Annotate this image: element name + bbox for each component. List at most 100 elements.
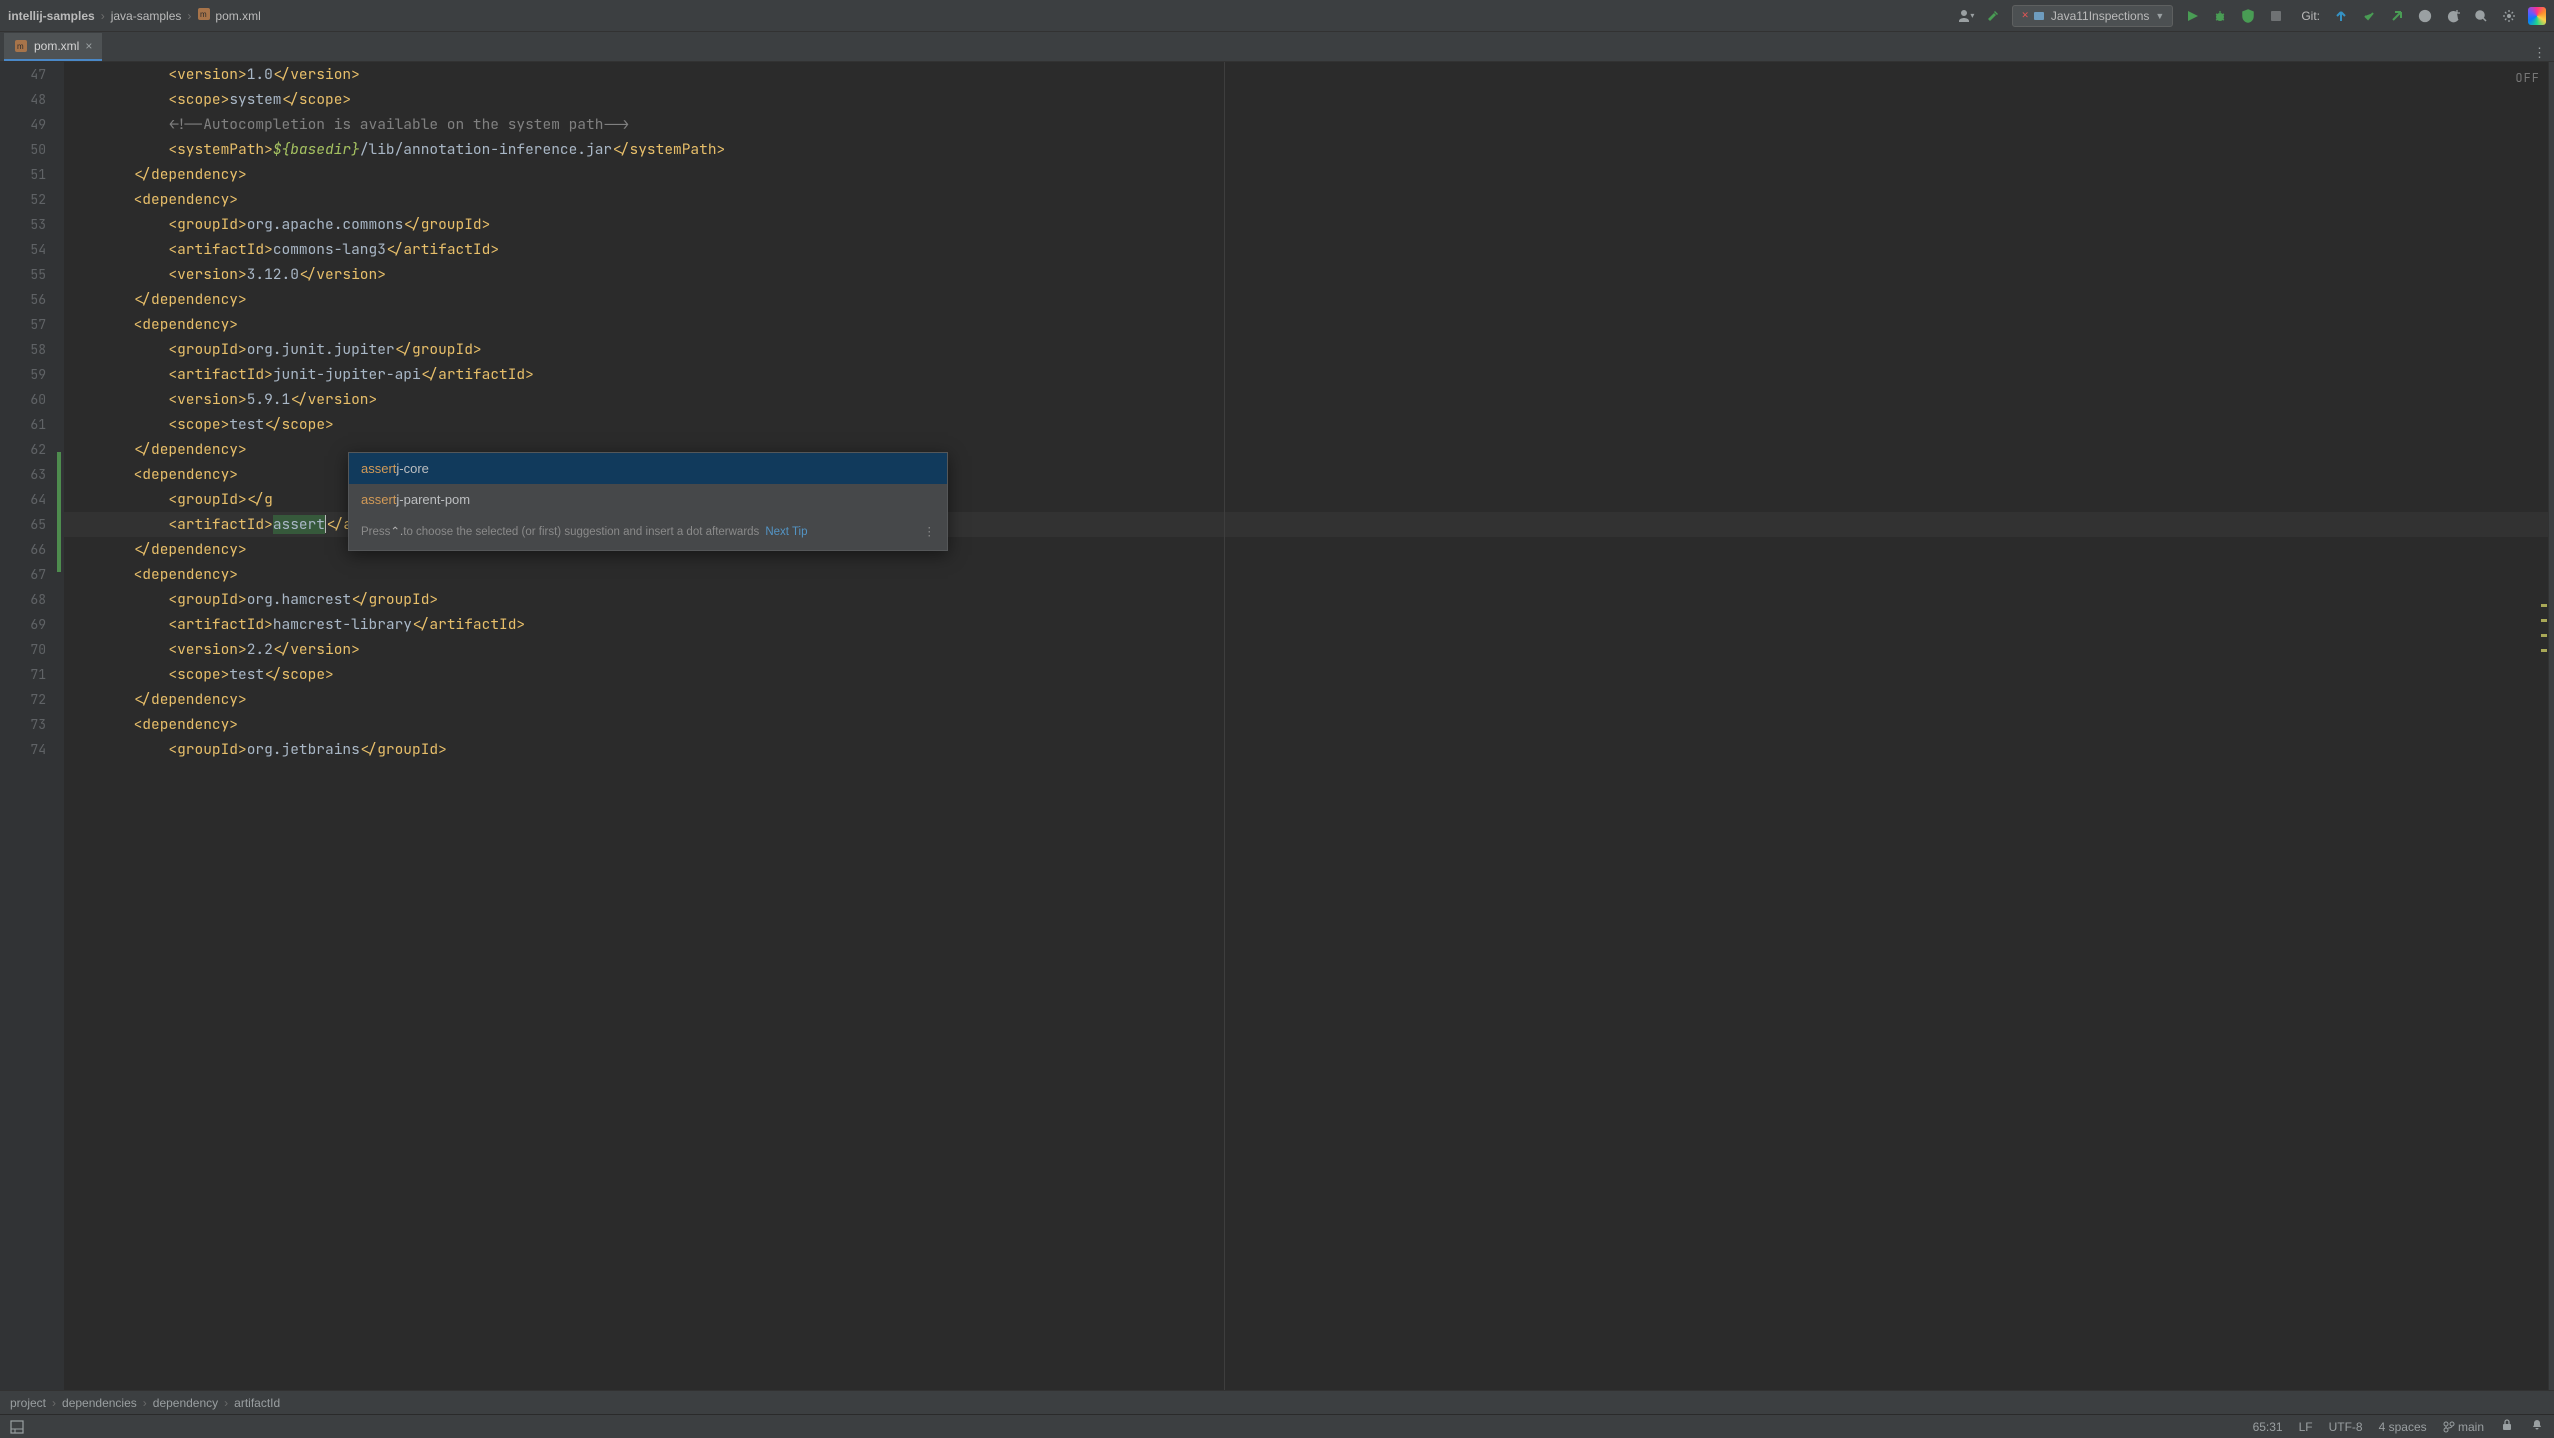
line-number[interactable]: 58 <box>0 337 46 362</box>
line-number-gutter[interactable]: 4748495051525354555657585960616263646566… <box>0 62 64 1390</box>
line-number[interactable]: 73 <box>0 712 46 737</box>
stop-button[interactable] <box>2267 7 2285 25</box>
line-number[interactable]: 62 <box>0 437 46 462</box>
line-number[interactable]: 48 <box>0 87 46 112</box>
code-line[interactable]: <version>5.9.1</version> <box>64 387 2548 412</box>
line-number[interactable]: 72 <box>0 687 46 712</box>
commit-button[interactable] <box>2360 7 2378 25</box>
error-stripe[interactable] <box>2540 94 2548 1390</box>
run-configuration-selector[interactable]: ✕ Java11Inspections ▼ <box>2012 5 2173 27</box>
code-line[interactable]: </dependency> <box>64 687 2548 712</box>
code-line[interactable]: <!--Autocompletion is available on the s… <box>64 112 2548 137</box>
line-number[interactable]: 50 <box>0 137 46 162</box>
notifications-bell-icon[interactable] <box>2530 1418 2544 1435</box>
build-hammer-icon[interactable] <box>1984 7 2002 25</box>
line-number[interactable]: 56 <box>0 287 46 312</box>
vcs-change-marker[interactable] <box>57 452 61 572</box>
line-number[interactable]: 68 <box>0 587 46 612</box>
line-separator[interactable]: LF <box>2299 1420 2313 1434</box>
update-project-button[interactable] <box>2332 7 2350 25</box>
editor-tab-pom[interactable]: m pom.xml × <box>4 33 102 61</box>
readonly-lock-icon[interactable] <box>2500 1418 2514 1435</box>
breadcrumb-mid[interactable]: java-samples <box>111 9 182 23</box>
code-line[interactable]: <scope>system</scope> <box>64 87 2548 112</box>
line-number[interactable]: 51 <box>0 162 46 187</box>
code-editor[interactable]: OFF assertj-core assertj-parent-pom Pres… <box>64 62 2548 1390</box>
line-number[interactable]: 55 <box>0 262 46 287</box>
code-line[interactable]: <groupId>org.junit.jupiter</groupId> <box>64 337 2548 362</box>
chevron-right-icon: › <box>143 1396 147 1410</box>
code-line[interactable]: <version>2.2</version> <box>64 637 2548 662</box>
completion-item[interactable]: assertj-core <box>349 453 947 484</box>
inspections-off-badge[interactable]: OFF <box>2515 66 2540 91</box>
line-number[interactable]: 53 <box>0 212 46 237</box>
caret-position[interactable]: 65:31 <box>2253 1420 2283 1434</box>
code-line[interactable]: <groupId>org.apache.commons</groupId> <box>64 212 2548 237</box>
line-number[interactable]: 47 <box>0 62 46 87</box>
code-line[interactable]: <artifactId>junit-jupiter-api</artifactI… <box>64 362 2548 387</box>
code-line[interactable]: </dependency> <box>64 287 2548 312</box>
close-tab-icon[interactable]: × <box>85 39 92 53</box>
indent-settings[interactable]: 4 spaces <box>2379 1420 2427 1434</box>
coverage-button[interactable] <box>2239 7 2257 25</box>
search-everywhere-button[interactable] <box>2472 7 2490 25</box>
file-encoding[interactable]: UTF-8 <box>2329 1420 2363 1434</box>
code-line[interactable]: <artifactId>hamcrest-library</artifactId… <box>64 612 2548 637</box>
code-line[interactable]: <dependency> <box>64 312 2548 337</box>
line-number[interactable]: 59 <box>0 362 46 387</box>
code-line[interactable]: <groupId>org.jetbrains</groupId> <box>64 737 2548 762</box>
code-with-me-icon[interactable]: ▾ <box>1956 7 1974 25</box>
breadcrumb-file[interactable]: pom.xml <box>215 9 260 23</box>
line-number[interactable]: 52 <box>0 187 46 212</box>
line-number[interactable]: 60 <box>0 387 46 412</box>
line-number[interactable]: 70 <box>0 637 46 662</box>
breadcrumb-item[interactable]: artifactId <box>234 1396 280 1410</box>
jetbrains-toolbox-icon[interactable] <box>2528 7 2546 25</box>
line-number[interactable]: 57 <box>0 312 46 337</box>
tool-window-toggle-icon[interactable] <box>10 1420 24 1434</box>
line-number[interactable]: 54 <box>0 237 46 262</box>
next-tip-link[interactable]: Next Tip <box>765 520 807 545</box>
code-line[interactable]: <scope>test</scope> <box>64 412 2548 437</box>
tab-overflow-icon[interactable]: ⋮ <box>2533 44 2546 61</box>
settings-gear-icon[interactable] <box>2500 7 2518 25</box>
code-line[interactable]: <version>1.0</version> <box>64 62 2548 87</box>
line-number[interactable]: 66 <box>0 537 46 562</box>
line-number[interactable]: 71 <box>0 662 46 687</box>
revert-button[interactable] <box>2444 7 2462 25</box>
breadcrumb-item[interactable]: dependencies <box>62 1396 137 1410</box>
code-line[interactable]: <systemPath>${basedir}/lib/annotation-in… <box>64 137 2548 162</box>
code-line[interactable]: <dependency> <box>64 562 2548 587</box>
warning-marker[interactable] <box>2541 604 2547 607</box>
line-number[interactable]: 69 <box>0 612 46 637</box>
line-number[interactable]: 74 <box>0 737 46 762</box>
warning-marker[interactable] <box>2541 649 2547 652</box>
breadcrumb-item[interactable]: project <box>10 1396 46 1410</box>
warning-marker[interactable] <box>2541 619 2547 622</box>
completion-item[interactable]: assertj-parent-pom <box>349 484 947 515</box>
code-line[interactable]: <dependency> <box>64 712 2548 737</box>
line-number[interactable]: 63 <box>0 462 46 487</box>
line-number[interactable]: 49 <box>0 112 46 137</box>
git-branch[interactable]: main <box>2443 1420 2484 1434</box>
line-number[interactable]: 61 <box>0 412 46 437</box>
line-number[interactable]: 67 <box>0 562 46 587</box>
warning-marker[interactable] <box>2541 634 2547 637</box>
svg-text:m: m <box>17 42 24 51</box>
code-line[interactable]: <dependency> <box>64 187 2548 212</box>
debug-button[interactable] <box>2211 7 2229 25</box>
code-line[interactable]: <artifactId>commons-lang3</artifactId> <box>64 237 2548 262</box>
code-line[interactable]: </dependency> <box>64 162 2548 187</box>
more-options-icon[interactable]: ⋮ <box>924 520 936 545</box>
run-button[interactable] <box>2183 7 2201 25</box>
run-config-label: Java11Inspections <box>2051 9 2150 23</box>
breadcrumb-item[interactable]: dependency <box>153 1396 218 1410</box>
history-button[interactable] <box>2416 7 2434 25</box>
code-line[interactable]: <groupId>org.hamcrest</groupId> <box>64 587 2548 612</box>
line-number[interactable]: 64 <box>0 487 46 512</box>
code-line[interactable]: <scope>test</scope> <box>64 662 2548 687</box>
push-button[interactable] <box>2388 7 2406 25</box>
breadcrumb-root[interactable]: intellij-samples <box>8 9 95 23</box>
code-line[interactable]: <version>3.12.0</version> <box>64 262 2548 287</box>
line-number[interactable]: 65 <box>0 512 46 537</box>
